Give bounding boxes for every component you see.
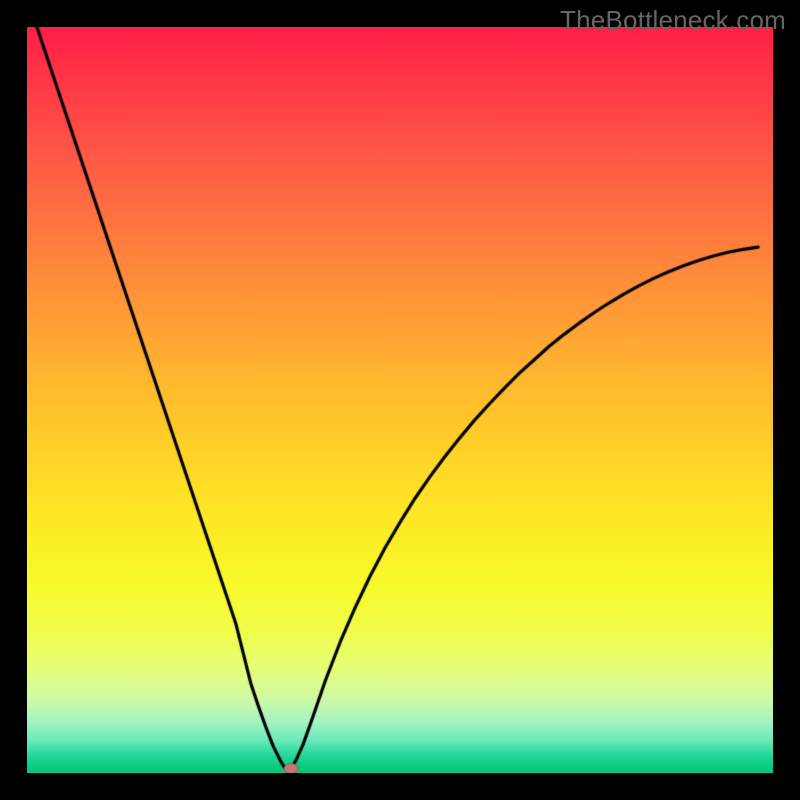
chart-container: TheBottleneck.com	[0, 0, 800, 800]
watermark-text: TheBottleneck.com	[560, 5, 786, 36]
plot-area	[27, 27, 773, 773]
curve-canvas	[27, 27, 773, 773]
